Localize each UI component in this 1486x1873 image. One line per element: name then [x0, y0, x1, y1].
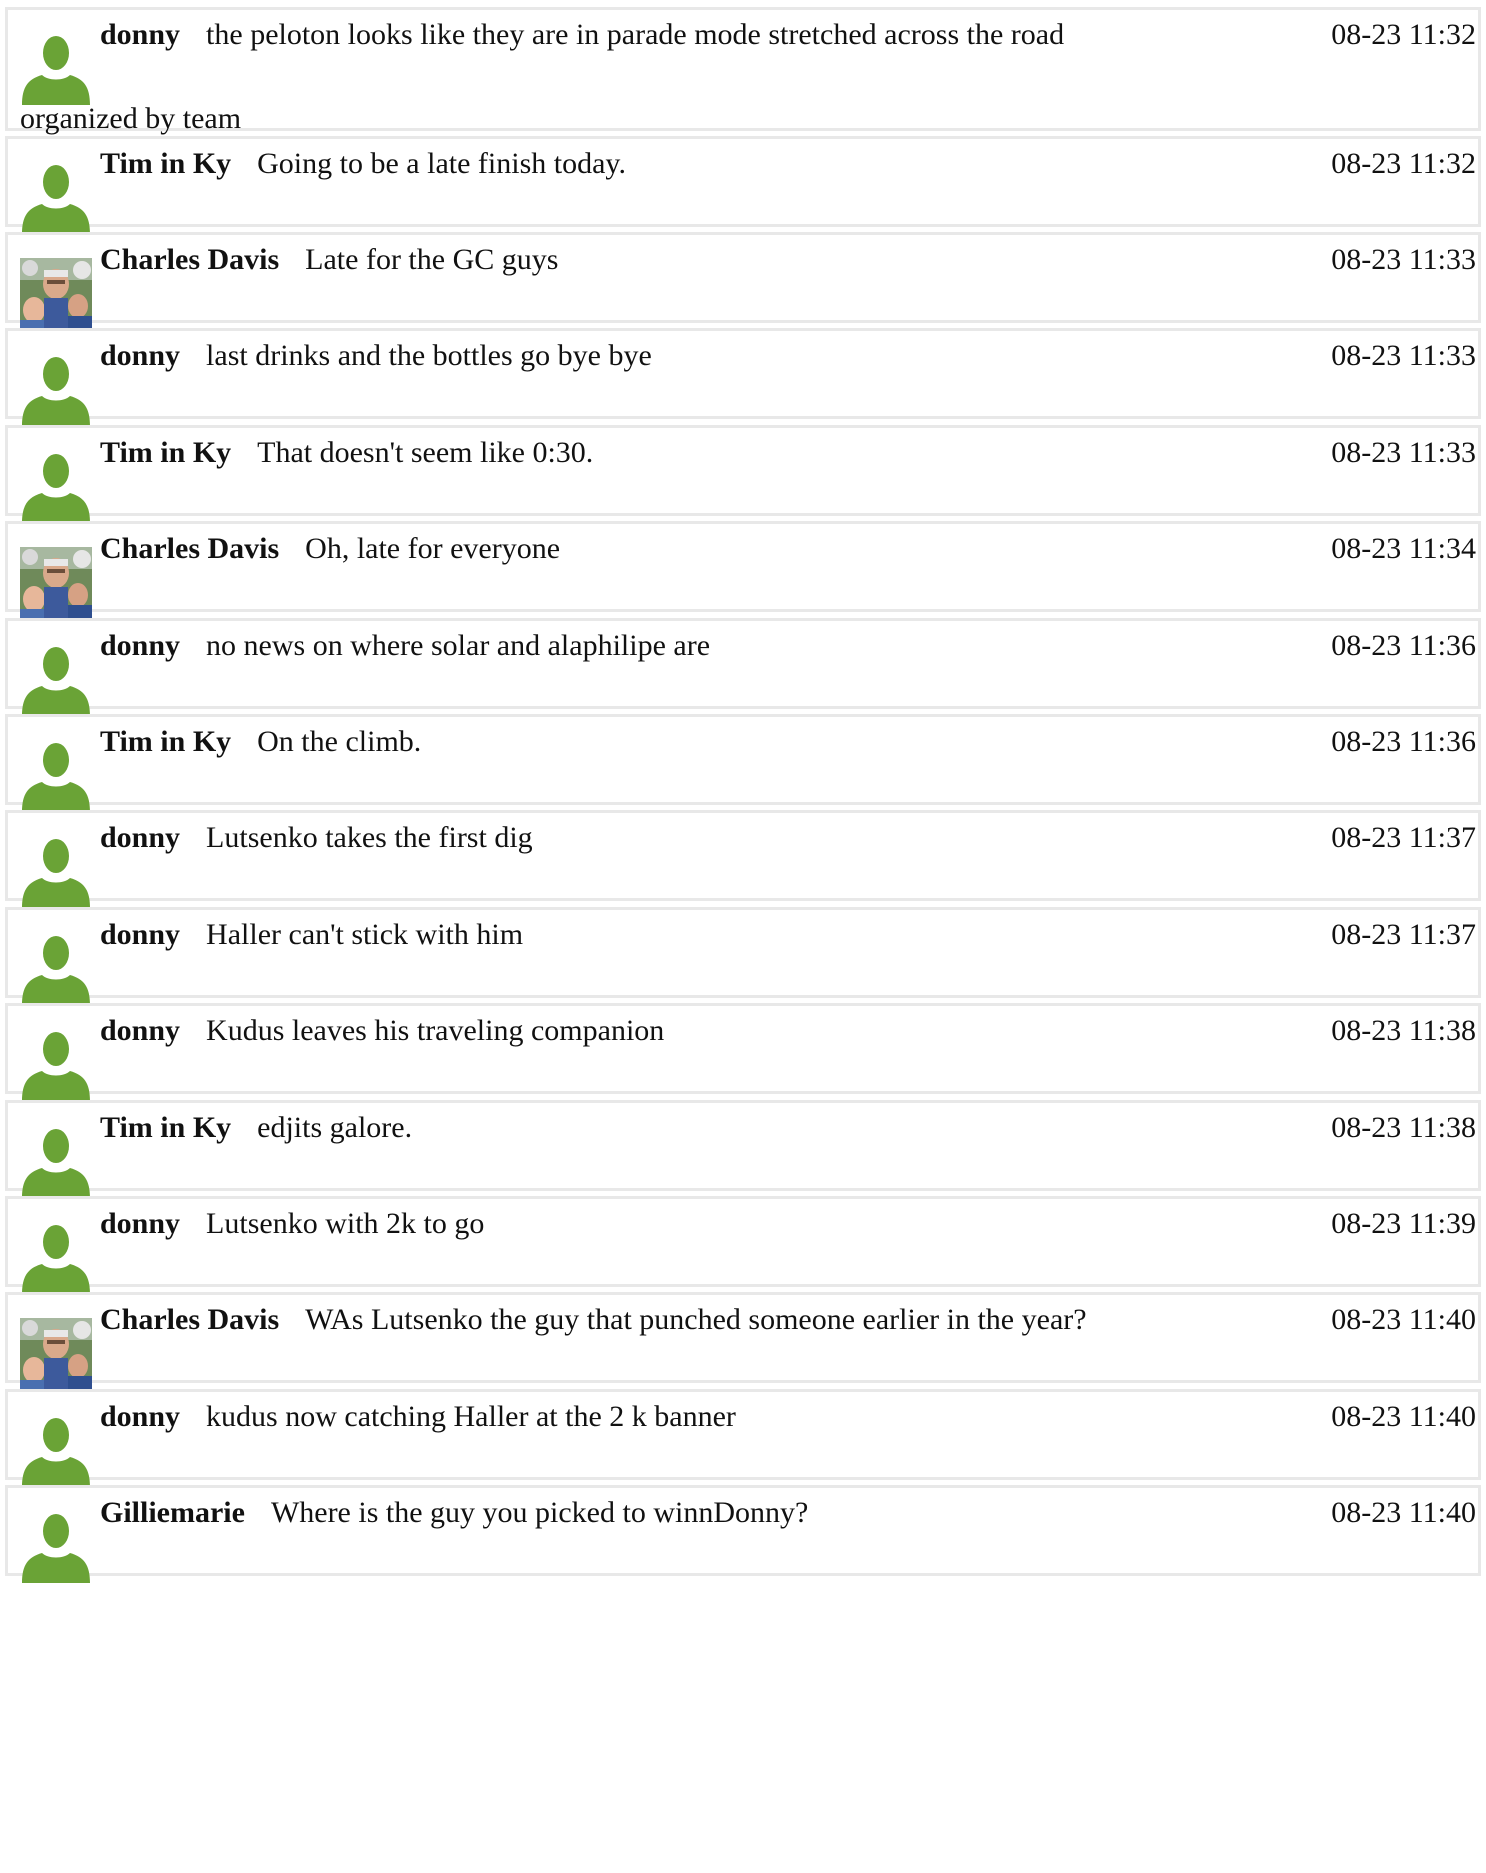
chat-message: donny Lutsenko with 2k to go 08-23 11:39 — [5, 1196, 1481, 1294]
message-timestamp: 08-23 11:38 — [1331, 1014, 1476, 1047]
chat-message: donny Haller can't stick with him 08-23 11… — [5, 907, 1481, 1005]
message-text: Kudus leaves his traveling companion — [206, 1014, 665, 1047]
default-user-icon[interactable] — [20, 836, 92, 908]
default-user-icon[interactable] — [20, 1126, 92, 1198]
message-timestamp: 08-23 11:32 — [1331, 147, 1476, 180]
message-timestamp: 08-23 11:40 — [1331, 1496, 1476, 1529]
message-text: Where is the guy you picked to winnDonny… — [270, 1496, 809, 1529]
chat-message: donny Kudus leaves his traveling companio… — [5, 1003, 1481, 1101]
message-text: Late for the GC guys — [305, 243, 559, 276]
message-username[interactable]: donny — [100, 1400, 180, 1434]
chat-message: Charles Davis Late for the GC guys 08-23 1… — [5, 232, 1481, 330]
default-user-icon[interactable] — [20, 162, 92, 234]
message-text: Going to be a late finish today. — [257, 147, 626, 180]
message-text: Oh, late for everyone — [305, 532, 561, 565]
message-username[interactable]: Tim in Ky — [100, 436, 231, 470]
chat-message: Gilliemarie Where is the guy you picked t… — [5, 1485, 1481, 1583]
message-username[interactable]: Tim in Ky — [100, 725, 231, 759]
message-timestamp: 08-23 11:38 — [1331, 1111, 1476, 1144]
default-user-icon[interactable] — [20, 1415, 92, 1487]
default-user-icon[interactable] — [20, 1029, 92, 1101]
default-user-icon[interactable] — [20, 33, 92, 105]
chat-message: donny kudus now catching Haller at the 2 … — [5, 1389, 1481, 1487]
message-text: the peloton looks like they are in parad… — [206, 18, 1065, 51]
chat-message: Charles Davis Oh, late for everyone 08-23 … — [5, 521, 1481, 619]
message-timestamp: 08-23 11:37 — [1331, 821, 1476, 854]
message-timestamp: 08-23 11:36 — [1331, 725, 1476, 758]
message-timestamp: 08-23 11:40 — [1331, 1303, 1476, 1336]
message-username[interactable]: donny — [100, 18, 180, 52]
message-username[interactable]: donny — [100, 821, 180, 855]
chat-message: Charles Davis WAs Lutsenko the guy that p… — [5, 1292, 1481, 1390]
message-timestamp: 08-23 11:33 — [1331, 243, 1476, 276]
message-username[interactable]: Charles Davis — [100, 532, 279, 566]
message-username[interactable]: Charles Davis — [100, 1303, 279, 1337]
default-user-icon[interactable] — [20, 1222, 92, 1294]
message-username[interactable]: donny — [100, 1014, 180, 1048]
message-timestamp: 08-23 11:32 — [1331, 18, 1476, 51]
message-text: kudus now catching Haller at the 2 k ban… — [206, 1400, 736, 1433]
message-username[interactable]: Charles Davis — [100, 243, 279, 277]
chat-message: donny the peloton looks like they are in … — [5, 7, 1481, 135]
message-text: Haller can't stick with him — [206, 918, 524, 951]
message-username[interactable]: Gilliemarie — [100, 1496, 245, 1530]
message-text: Lutsenko with 2k to go — [206, 1207, 485, 1240]
chat-message: donny no news on where solar and alaphili… — [5, 618, 1481, 716]
message-timestamp: 08-23 11:39 — [1331, 1207, 1476, 1240]
message-text: Lutsenko takes the first dig — [206, 821, 533, 854]
message-username[interactable]: Tim in Ky — [100, 147, 231, 181]
message-text: edjits galore. — [257, 1111, 413, 1144]
message-text: WAs Lutsenko the guy that punched someon… — [305, 1303, 1087, 1336]
message-timestamp: 08-23 11:40 — [1331, 1400, 1476, 1433]
message-timestamp: 08-23 11:33 — [1331, 339, 1476, 372]
message-text: last drinks and the bottles go bye bye — [206, 339, 652, 372]
message-timestamp: 08-23 11:37 — [1331, 918, 1476, 951]
default-user-icon[interactable] — [20, 1511, 92, 1583]
message-username[interactable]: donny — [100, 918, 180, 952]
message-username[interactable]: Tim in Ky — [100, 1111, 231, 1145]
chat-message: Tim in Ky That doesn't seem like 0:30. 08-… — [5, 425, 1481, 523]
message-username[interactable]: donny — [100, 339, 180, 373]
message-text-continuation: organized by team — [20, 102, 242, 135]
default-user-icon[interactable] — [20, 354, 92, 426]
default-user-icon[interactable] — [20, 933, 92, 1005]
message-timestamp: 08-23 11:36 — [1331, 629, 1476, 662]
default-user-icon[interactable] — [20, 740, 92, 812]
message-username[interactable]: donny — [100, 629, 180, 663]
message-text: On the climb. — [257, 725, 422, 758]
chat-message: Tim in Ky edjits galore. 08-23 11:38 — [5, 1100, 1481, 1198]
user-photo-avatar[interactable] — [20, 547, 92, 619]
message-timestamp: 08-23 11:33 — [1331, 436, 1476, 469]
chat-message: donny last drinks and the bottles go bye … — [5, 328, 1481, 426]
chat-message: Tim in Ky On the climb. 08-23 11:36 — [5, 714, 1481, 812]
chat-message: Tim in Ky Going to be a late finish today… — [5, 136, 1481, 234]
user-photo-avatar[interactable] — [20, 258, 92, 330]
default-user-icon[interactable] — [20, 644, 92, 716]
chat-message: donny Lutsenko takes the first dig 08-23 1… — [5, 810, 1481, 908]
message-username[interactable]: donny — [100, 1207, 180, 1241]
message-timestamp: 08-23 11:34 — [1331, 532, 1476, 565]
message-text: no news on where solar and alaphilipe ar… — [206, 629, 711, 662]
message-text: That doesn't seem like 0:30. — [257, 436, 594, 469]
user-photo-avatar[interactable] — [20, 1318, 92, 1390]
default-user-icon[interactable] — [20, 451, 92, 523]
